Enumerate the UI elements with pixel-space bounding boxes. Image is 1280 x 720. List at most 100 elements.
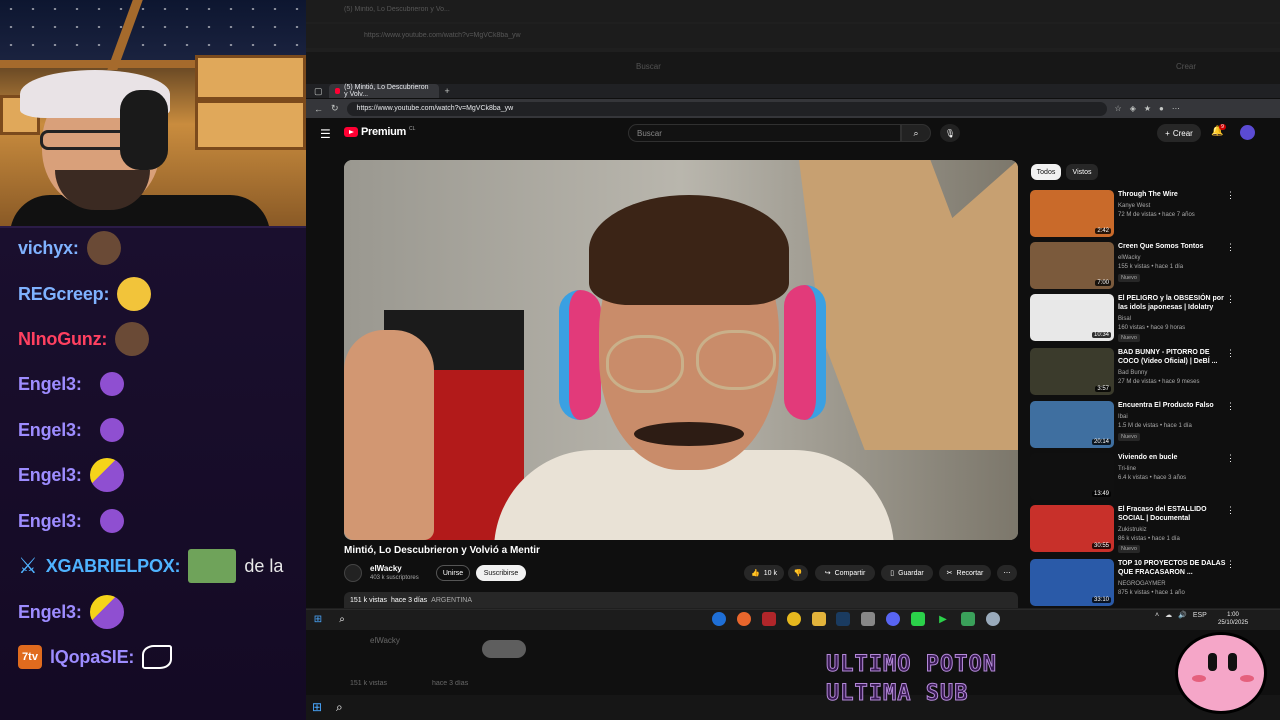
voice-search-button[interactable]: 🎙: [940, 124, 960, 142]
app-icon[interactable]: [986, 612, 1000, 626]
star-icon[interactable]: ☆: [1115, 104, 1122, 113]
recommendation-item[interactable]: 13:49 Viviendo en bucle Tri-line 6.4 k v…: [1030, 453, 1265, 501]
app-icon[interactable]: [762, 612, 776, 626]
recommendation-item[interactable]: 20:14 Encuentra El Producto Falso Ibai 1…: [1030, 401, 1265, 449]
app-icon[interactable]: [961, 612, 975, 626]
channel-name[interactable]: elWacky: [370, 564, 402, 573]
chat-message: Engel3:: [18, 501, 124, 541]
more-vertical-icon[interactable]: ⋮: [1226, 453, 1235, 464]
firefox-icon[interactable]: [737, 612, 751, 626]
chrome-icon[interactable]: [787, 612, 801, 626]
edge-browser-icon[interactable]: [712, 612, 726, 626]
recommendation-item[interactable]: 2:42 Through The Wire Kanye West 72 M de…: [1030, 190, 1265, 238]
save-button[interactable]: ▯ Guardar: [881, 565, 933, 581]
play-icon[interactable]: ▶: [936, 612, 950, 626]
outer-search-placeholder[interactable]: Buscar: [636, 62, 661, 71]
dislike-button[interactable]: 👎: [788, 565, 808, 581]
favorites-icon[interactable]: ★: [1144, 104, 1151, 113]
rec-meta: 72 M de vistas • hace 7 años: [1118, 212, 1195, 218]
share-button[interactable]: ↪ Compartir: [815, 565, 875, 581]
rec-channel: Bad Bunny: [1118, 370, 1148, 376]
plus-icon: +: [1165, 128, 1170, 138]
chat-message: Engel3:: [18, 455, 124, 495]
file-explorer-icon[interactable]: [812, 612, 826, 626]
app-green-icon[interactable]: [911, 612, 925, 626]
more-vertical-icon[interactable]: ⋮: [1226, 294, 1235, 305]
clip-button[interactable]: ✂ Recortar: [939, 565, 991, 581]
more-vertical-icon[interactable]: ⋮: [1226, 348, 1235, 359]
video-thumbnail: 13:49: [1030, 453, 1114, 500]
chat-text: de la: [244, 555, 284, 576]
rec-channel: Zukistrukiz: [1118, 527, 1147, 533]
rec-channel: Kanye West: [1118, 203, 1151, 209]
account-avatar[interactable]: [1240, 125, 1255, 140]
like-count: 10 k: [763, 569, 777, 577]
tab-actions-icon[interactable]: ▢: [314, 86, 323, 97]
clip-label: Recortar: [956, 569, 984, 577]
outer-url[interactable]: https://www.youtube.com/watch?v=MgVCk8ba…: [364, 32, 521, 39]
outer-taskbar: ⊞ ⌕: [306, 695, 1280, 720]
browser-tab[interactable]: (5) Mintió, Lo Descubrieron y Volv...: [328, 84, 439, 98]
like-button[interactable]: 👍 10 k: [744, 565, 784, 581]
security-icon[interactable]: [861, 612, 875, 626]
hamburger-menu-icon[interactable]: ☰: [320, 127, 331, 141]
chat-message: vichyx:: [18, 228, 121, 268]
outer-tab-title[interactable]: (5) Mintió, Lo Descubrieron y Vo...: [344, 6, 450, 13]
more-vertical-icon[interactable]: ⋮: [1226, 242, 1235, 253]
rec-meta: 27 M de vistas • hace 9 meses: [1118, 379, 1200, 385]
chat-emote: [188, 549, 237, 583]
outer-create-button[interactable]: Crear: [1176, 62, 1196, 71]
recommendation-item[interactable]: 7:00 Creen Que Somos Tontos elWacky 155 …: [1030, 242, 1265, 290]
more-actions-button[interactable]: ⋯: [997, 565, 1017, 581]
more-vertical-icon[interactable]: ⋮: [1226, 401, 1235, 412]
ghost-subscribe-shape: [482, 640, 526, 658]
back-icon[interactable]: ←: [314, 104, 323, 114]
address-bar-row: ← ↻ https://www.youtube.com/watch?v=MgVC…: [306, 99, 1280, 118]
subscriber-count: 403 k suscriptores: [370, 575, 419, 581]
channel-avatar[interactable]: [344, 564, 362, 582]
recommendation-item[interactable]: 3:57 BAD BUNNY - PITORRO DE COCO (Video …: [1030, 348, 1265, 396]
discord-icon[interactable]: [886, 612, 900, 626]
create-button[interactable]: + Crear: [1157, 124, 1201, 142]
url-field[interactable]: https://www.youtube.com/watch?v=MgVCk8ba…: [346, 101, 1107, 116]
chat-username: Engel3:: [18, 464, 82, 485]
join-button[interactable]: Unirse: [436, 565, 470, 581]
subscribe-button[interactable]: Suscribirse: [476, 565, 526, 581]
description-box[interactable]: 151 k vistas hace 3 días ARGENTINA: [344, 592, 1018, 608]
profile-icon[interactable]: ●: [1159, 104, 1164, 113]
url-text: https://www.youtube.com/watch?v=MgVCk8ba…: [356, 105, 514, 112]
tab-bar: ▢ (5) Mintió, Lo Descubrieron y Volv... …: [306, 84, 1280, 98]
outer-start-icon[interactable]: ⊞: [312, 700, 322, 714]
search-button[interactable]: ⌕: [901, 124, 931, 142]
new-tab-icon[interactable]: +: [445, 86, 450, 96]
tray-icon[interactable]: ☁: [1165, 611, 1172, 619]
more-vertical-icon[interactable]: ⋮: [1226, 505, 1235, 516]
recommendation-item[interactable]: 33:10 TOP 10 PROYECTOS DE DALAS QUE FRAC…: [1030, 559, 1265, 607]
video-player[interactable]: [344, 160, 1018, 540]
more-vertical-icon[interactable]: ⋮: [1226, 559, 1235, 570]
more-vertical-icon[interactable]: ⋮: [1226, 190, 1235, 201]
outer-search-icon[interactable]: ⌕: [336, 700, 343, 715]
filter-chip-all[interactable]: Todos: [1031, 164, 1061, 180]
extension-icon[interactable]: ◈: [1130, 104, 1136, 113]
overlay-line-1: ULTIMO POTON: [826, 652, 997, 678]
chat-message: ⚔ XGABRIELPOX: de la: [18, 546, 283, 586]
steam-icon[interactable]: [836, 612, 850, 626]
chevron-up-icon[interactable]: ˄: [1155, 612, 1159, 619]
filter-chip-watched[interactable]: Vistos: [1066, 164, 1098, 180]
recommendation-item[interactable]: 10:34 El PELIGRO y la OBSESIÓN por las i…: [1030, 294, 1265, 342]
recommendation-item[interactable]: 30:55 El Fracaso del ESTALLIDO SOCIAL | …: [1030, 505, 1265, 553]
microphone-icon: 🎙: [944, 128, 956, 138]
windows-start-icon[interactable]: ⊞: [311, 612, 325, 626]
reload-icon[interactable]: ↻: [331, 103, 339, 114]
youtube-logo[interactable]: Premium CL: [344, 126, 415, 138]
chat-emote: [99, 418, 124, 442]
chat-emote: [117, 277, 152, 311]
volume-icon[interactable]: 🔊: [1178, 611, 1187, 619]
more-icon[interactable]: ⋯: [1172, 104, 1180, 113]
language-indicator[interactable]: ESP: [1193, 612, 1207, 619]
taskbar-clock[interactable]: 1:00 25/10/2025: [1218, 611, 1248, 627]
taskbar-search-icon[interactable]: ⌕: [335, 612, 349, 626]
search-input[interactable]: Buscar: [628, 124, 901, 142]
outer-address-bar: https://www.youtube.com/watch?v=MgVCk8ba…: [306, 24, 1280, 48]
